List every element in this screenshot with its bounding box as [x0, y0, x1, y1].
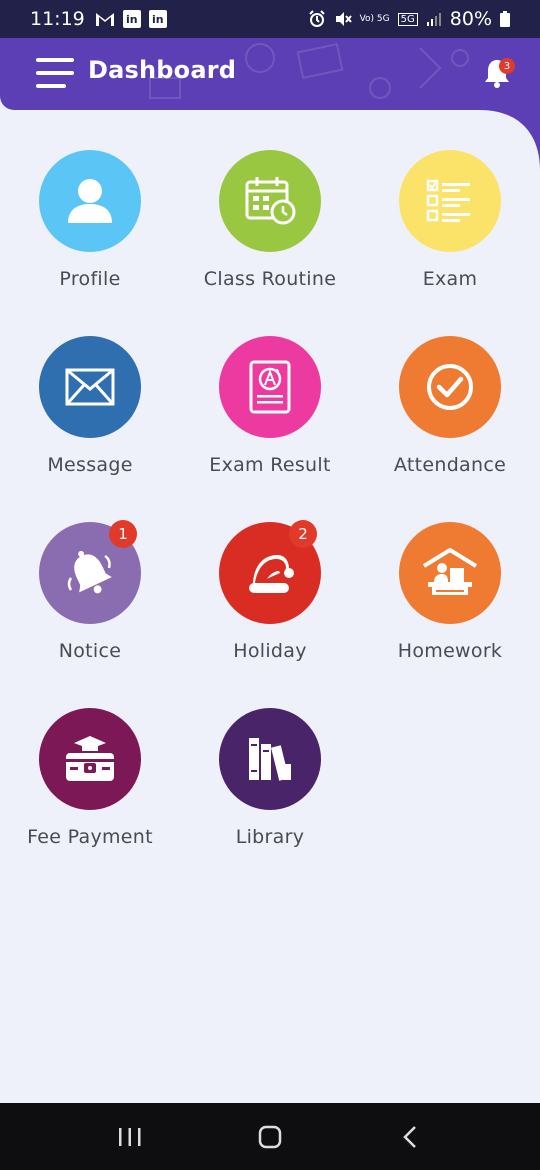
tile-label: Holiday — [233, 640, 307, 662]
status-time: 11:19 — [30, 8, 85, 30]
study-desk-icon — [399, 522, 501, 624]
tile-label: Class Routine — [203, 268, 337, 290]
tile-fee-payment[interactable]: Fee Payment — [0, 708, 180, 878]
tile-label: Attendance — [393, 454, 507, 476]
signal-icon — [426, 11, 442, 27]
home-button[interactable] — [240, 1117, 300, 1157]
calendar-clock-icon — [219, 150, 321, 252]
tile-class-routine[interactable]: Class Routine — [180, 150, 360, 320]
tile-message[interactable]: Message — [0, 336, 180, 506]
tile-label: Exam Result — [209, 454, 331, 476]
system-nav-bar — [0, 1103, 540, 1170]
tile-exam-result[interactable]: Exam Result — [180, 336, 360, 506]
notification-count-badge: 3 — [499, 58, 515, 74]
alarm-icon — [308, 10, 326, 28]
battery-icon — [500, 11, 510, 27]
tile-profile[interactable]: Profile — [0, 150, 180, 320]
tile-notice[interactable]: 1 Notice — [0, 520, 180, 692]
recent-apps-button[interactable] — [100, 1117, 160, 1157]
gmail-icon — [95, 11, 115, 27]
tile-label: Notice — [58, 640, 122, 662]
back-button[interactable] — [380, 1117, 440, 1157]
tile-label: Homework — [397, 640, 503, 662]
santa-hat-icon: 2 — [219, 520, 321, 624]
bell-icon: 1 — [39, 520, 141, 624]
grade-sheet-icon — [219, 336, 321, 438]
books-icon — [219, 708, 321, 810]
notice-badge: 1 — [109, 520, 137, 548]
linkedin-icon: in — [148, 10, 167, 28]
tile-homework[interactable]: Homework — [360, 522, 540, 692]
tile-label: Library — [235, 826, 305, 848]
check-circle-icon — [399, 336, 501, 438]
checklist-icon — [399, 150, 501, 252]
battery-level: 80% — [449, 8, 492, 30]
menu-line — [36, 58, 74, 62]
menu-button[interactable] — [36, 58, 74, 88]
tile-library[interactable]: Library — [180, 708, 360, 878]
app-header: Dashboard — [0, 38, 540, 110]
money-box-icon — [39, 708, 141, 810]
tile-holiday[interactable]: 2 Holiday — [180, 520, 360, 692]
user-icon — [39, 150, 141, 252]
tile-label: Exam — [422, 268, 478, 290]
envelope-icon — [39, 336, 141, 438]
tile-label: Message — [47, 454, 133, 476]
tile-label: Profile — [59, 268, 121, 290]
tile-attendance[interactable]: Attendance — [360, 336, 540, 506]
volte-label: Vo) 5G — [359, 13, 390, 24]
holiday-badge: 2 — [289, 520, 317, 548]
network-label: 5G — [397, 12, 418, 26]
mute-icon — [334, 10, 352, 28]
header-doodle-pattern — [149, 42, 469, 99]
status-bar: 11:19 in in Vo) 5G 5G 80% — [0, 0, 540, 38]
menu-line — [36, 71, 74, 75]
tile-exam[interactable]: Exam — [360, 150, 540, 320]
page-title: Dashboard — [88, 56, 237, 84]
menu-line — [36, 84, 66, 88]
tile-label: Fee Payment — [27, 826, 153, 848]
linkedin-icon: in — [122, 10, 141, 28]
